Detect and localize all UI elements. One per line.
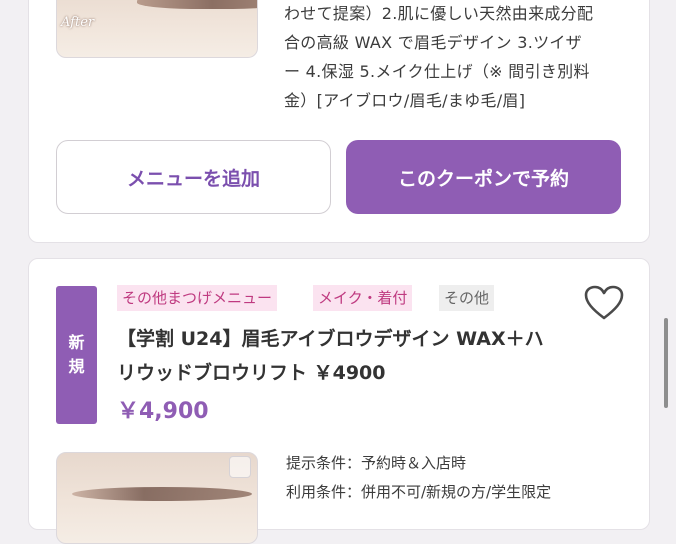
- category-tag: メイク・着付: [313, 285, 413, 311]
- description-line: わせて提案）2.肌に優しい天然由来成分配: [284, 4, 594, 23]
- heart-outline-icon[interactable]: [584, 285, 624, 321]
- category-tag: その他: [439, 285, 495, 311]
- description-line: 合の高級 WAX で眉毛デザイン 3.ツイザ: [284, 33, 582, 52]
- badge-char: 新: [68, 333, 85, 352]
- new-customer-badge: 新 規: [56, 286, 97, 424]
- condition-line: 利用条件：併用不可/新規の方/学生限定: [286, 483, 552, 501]
- coupon-description: わせて提案）2.肌に優しい天然由来成分配 合の高級 WAX で眉毛デザイン 3.…: [284, 0, 624, 115]
- description-line: ー 4.保湿 5.メイク仕上げ（※ 間引き別料: [284, 62, 590, 81]
- description-line: 金）[アイブロウ/眉毛/まゆ毛/眉]: [284, 91, 526, 110]
- title-line: 【学割 U24】眉毛アイブロウデザイン WAX＋ハ: [117, 328, 544, 350]
- scrollbar[interactable]: [664, 318, 668, 408]
- coupon-conditions: 提示条件：予約時＆入店時 利用条件：併用不可/新規の方/学生限定: [286, 449, 551, 507]
- coupon-photo[interactable]: [56, 452, 258, 544]
- reserve-with-coupon-button[interactable]: このクーポンで予約: [346, 140, 621, 214]
- coupon-card: 新 規 その他まつげメニュー メイク・着付 その他 【学割 U24】眉毛アイブロ…: [28, 258, 650, 544]
- add-menu-button[interactable]: メニューを追加: [56, 140, 331, 214]
- coupon-title[interactable]: 【学割 U24】眉毛アイブロウデザイン WAX＋ハ リウッドブロウリフト ￥49…: [117, 322, 577, 390]
- after-label: After: [61, 15, 95, 30]
- image-icon: [229, 456, 251, 478]
- title-line: リウッドブロウリフト ￥4900: [117, 362, 386, 384]
- coupon-photo-after[interactable]: After: [56, 0, 258, 58]
- category-tag: その他まつげメニュー: [117, 285, 278, 311]
- condition-line: 提示条件：予約時＆入店時: [286, 454, 467, 472]
- badge-char: 規: [68, 357, 85, 376]
- eyebrow-image: [72, 487, 252, 501]
- coupon-card-previous: After わせて提案）2.肌に優しい天然由来成分配 合の高級 WAX で眉毛デ…: [28, 0, 650, 243]
- coupon-price: ￥4,900: [117, 399, 209, 424]
- eyebrow-image: [137, 0, 257, 9]
